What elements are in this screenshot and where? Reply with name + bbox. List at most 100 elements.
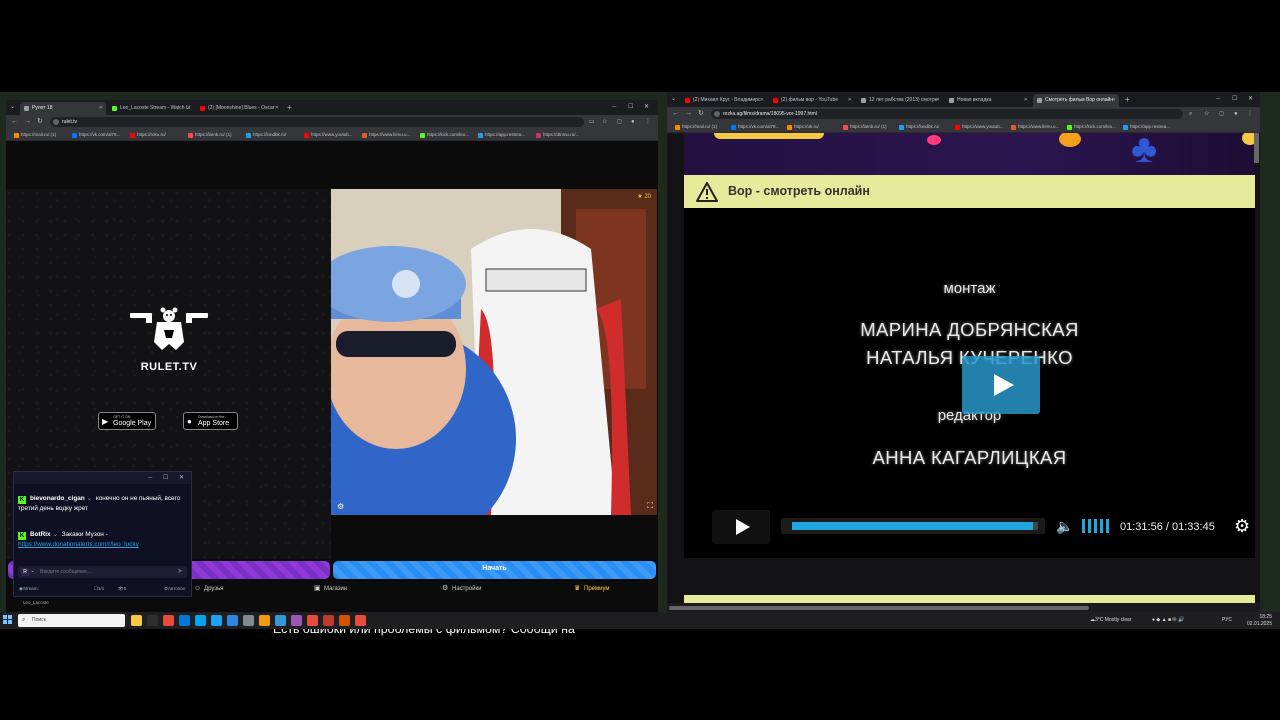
nav-shop[interactable]: ▣ Магазин bbox=[314, 584, 347, 594]
bookmark-item[interactable]: https://lamb.ru/ (1) bbox=[188, 131, 232, 139]
tab-rulet[interactable]: Рулет 18 ✕ bbox=[20, 102, 106, 115]
close-tab-icon[interactable]: ✕ bbox=[99, 102, 103, 115]
tab-menu-icon[interactable]: ⌄ bbox=[10, 101, 15, 113]
bookmark-item[interactable]: https://app.restrea... bbox=[478, 131, 525, 139]
tab-menu-icon[interactable]: ⌄ bbox=[671, 93, 676, 105]
chat-link[interactable]: https://www.donationalerts.com/r/leo_luc… bbox=[18, 541, 139, 548]
bookmark-item[interactable]: https://vk.com/al78... bbox=[72, 131, 120, 139]
settings-gear-icon[interactable]: ⚙ bbox=[1234, 516, 1250, 536]
taskbar-app-icon[interactable] bbox=[195, 615, 206, 626]
close-tab-icon[interactable]: ✕ bbox=[936, 94, 940, 107]
cam-settings-icon[interactable]: ⚙ bbox=[337, 502, 344, 511]
tab-kick-stream[interactable]: Leo_Lacoste Stream - Watch Li ✕ bbox=[108, 102, 194, 115]
taskbar-app-icon[interactable] bbox=[131, 615, 142, 626]
taskbar-app-icon[interactable] bbox=[339, 615, 350, 626]
bookmark-item[interactable]: https://lamb.ru/ (1) bbox=[843, 123, 887, 131]
taskbar-search[interactable]: ⌕ Поиск bbox=[18, 614, 125, 627]
close-tab-icon[interactable]: ✕ bbox=[1112, 94, 1116, 107]
bookmark-item[interactable]: https://dtnmo.ru/... bbox=[536, 131, 579, 139]
bookmark-item[interactable]: https://kick.com/leo... bbox=[420, 131, 469, 139]
address-bar[interactable]: rezka.ag/films/drama/18095-vor-1997.html bbox=[711, 109, 1183, 119]
chat-username[interactable]: BotRix bbox=[30, 531, 51, 538]
bookmark-item[interactable]: https://londbk.ru/ bbox=[246, 131, 286, 139]
maximize-icon[interactable]: ☐ bbox=[163, 473, 168, 483]
nav-settings[interactable]: ⚙ Настройки bbox=[442, 584, 481, 594]
bookmark-item[interactable]: https://vk.com/al78... bbox=[731, 123, 779, 131]
reload-icon[interactable]: ↻ bbox=[698, 109, 704, 119]
maximize-icon[interactable]: ☐ bbox=[1232, 93, 1237, 105]
site-info-icon[interactable] bbox=[714, 111, 720, 117]
taskbar-app-icon[interactable] bbox=[179, 615, 190, 626]
play-button[interactable] bbox=[712, 510, 770, 544]
reload-icon[interactable]: ↻ bbox=[37, 117, 43, 127]
chat-input[interactable] bbox=[40, 567, 180, 577]
taskbar-app-icon[interactable] bbox=[259, 615, 270, 626]
close-tab-icon[interactable]: ✕ bbox=[275, 102, 279, 115]
taskbar-app-icon[interactable] bbox=[307, 615, 318, 626]
menu-icon[interactable]: ⋮ bbox=[645, 117, 651, 127]
taskbar-app-icon[interactable] bbox=[211, 615, 222, 626]
close-tab-icon[interactable]: ✕ bbox=[848, 94, 852, 107]
bookmark-item[interactable]: https://roku.ru/ bbox=[130, 131, 166, 139]
google-play-button[interactable]: ▶ GET IT ON Google Play bbox=[98, 412, 156, 430]
bookmark-item[interactable]: https://www.lkmu.u... bbox=[1011, 123, 1059, 131]
maximize-icon[interactable]: ☐ bbox=[628, 101, 633, 113]
tab-12-years[interactable]: 12 лет рабства (2013) смотре ✕ bbox=[857, 94, 943, 107]
extensions-icon[interactable]: ◻ bbox=[1219, 109, 1224, 119]
taskbar-app-icon[interactable] bbox=[291, 615, 302, 626]
profile-icon[interactable]: ● bbox=[631, 117, 635, 127]
app-store-button[interactable]: ● Download on the App Store bbox=[183, 412, 238, 430]
back-icon[interactable]: ← bbox=[672, 109, 679, 119]
weather[interactable]: ☁ 3°C Mostly clear bbox=[1090, 612, 1131, 629]
casino-banner[interactable]: ♣ bbox=[684, 133, 1255, 175]
reply-icon[interactable]: R bbox=[21, 568, 29, 576]
profile-icon[interactable]: ● bbox=[1234, 109, 1238, 119]
menu-icon[interactable]: ⋮ bbox=[1247, 109, 1253, 119]
new-tab-button[interactable]: + bbox=[1125, 94, 1130, 105]
zoom-icon[interactable]: ⌕ bbox=[1189, 109, 1192, 119]
start-button[interactable]: Начать bbox=[333, 561, 656, 579]
close-tab-icon[interactable]: ✕ bbox=[760, 94, 764, 107]
bookmark-star-icon[interactable]: ☆ bbox=[602, 117, 607, 127]
close-window-icon[interactable]: ✕ bbox=[644, 101, 649, 113]
extensions-icon[interactable]: ◻ bbox=[617, 117, 622, 127]
minimize-icon[interactable]: ─ bbox=[1216, 93, 1220, 105]
taskbar-app-icon[interactable] bbox=[355, 615, 366, 626]
bookmark-item[interactable]: https://www.lkmu.u... bbox=[362, 131, 410, 139]
close-tab-icon[interactable]: ✕ bbox=[1024, 94, 1028, 107]
close-window-icon[interactable]: ✕ bbox=[1248, 93, 1253, 105]
tray-icons[interactable]: ● ◆ ▲ ■ ✉ 🔊 bbox=[1152, 612, 1184, 629]
clock[interactable]: 18:25 02.01.2025 bbox=[1238, 614, 1272, 628]
progress-bar[interactable] bbox=[781, 518, 1045, 534]
bookmark-item[interactable]: https://www.youtub... bbox=[955, 123, 1004, 131]
forward-icon[interactable]: → bbox=[24, 117, 31, 127]
minimize-icon[interactable]: ─ bbox=[612, 101, 616, 113]
taskbar-app-icon[interactable] bbox=[147, 615, 158, 626]
bookmark-item[interactable]: https://mail.ru/ (1) bbox=[14, 131, 56, 139]
big-play-button[interactable] bbox=[962, 356, 1040, 414]
bookmark-star-icon[interactable]: ☆ bbox=[1204, 109, 1209, 119]
scrollbar-thumb[interactable] bbox=[669, 606, 1089, 610]
close-icon[interactable]: ✕ bbox=[179, 473, 184, 483]
vertical-scrollbar-thumb[interactable] bbox=[1254, 133, 1259, 163]
bookmark-item[interactable]: https://mail.ru/ (1) bbox=[675, 123, 717, 131]
tab-youtube[interactable]: (2) [Moonshine] Blues - Oscar ✕ bbox=[196, 102, 282, 115]
new-tab-button[interactable]: + bbox=[287, 102, 292, 113]
taskbar-app-icon[interactable] bbox=[163, 615, 174, 626]
minimize-icon[interactable]: ─ bbox=[148, 473, 152, 483]
windows-start-icon[interactable] bbox=[3, 615, 13, 625]
send-icon[interactable]: ➤ bbox=[177, 567, 183, 575]
language-indicator[interactable]: РУС bbox=[1222, 612, 1232, 629]
taskbar-app-icon[interactable] bbox=[275, 615, 286, 626]
volume-slider[interactable] bbox=[1082, 519, 1112, 533]
fullscreen-icon[interactable]: ⛶ bbox=[647, 501, 653, 511]
back-icon[interactable]: ← bbox=[11, 117, 18, 127]
tab-youtube-krug[interactable]: (2) Михаил Круг - Владимирс ✕ bbox=[681, 94, 767, 107]
close-tab-icon[interactable]: ✕ bbox=[187, 102, 191, 115]
tab-vor-online[interactable]: Смотреть фильм Вор онлайн ✕ bbox=[1033, 94, 1119, 107]
bookmark-item[interactable]: https://app.restrea... bbox=[1123, 123, 1170, 131]
cast-icon[interactable]: ▭ bbox=[589, 117, 595, 127]
forward-icon[interactable]: → bbox=[685, 109, 692, 119]
taskbar-app-icon[interactable] bbox=[323, 615, 334, 626]
bookmark-item[interactable]: https://www.youtub... bbox=[304, 131, 353, 139]
